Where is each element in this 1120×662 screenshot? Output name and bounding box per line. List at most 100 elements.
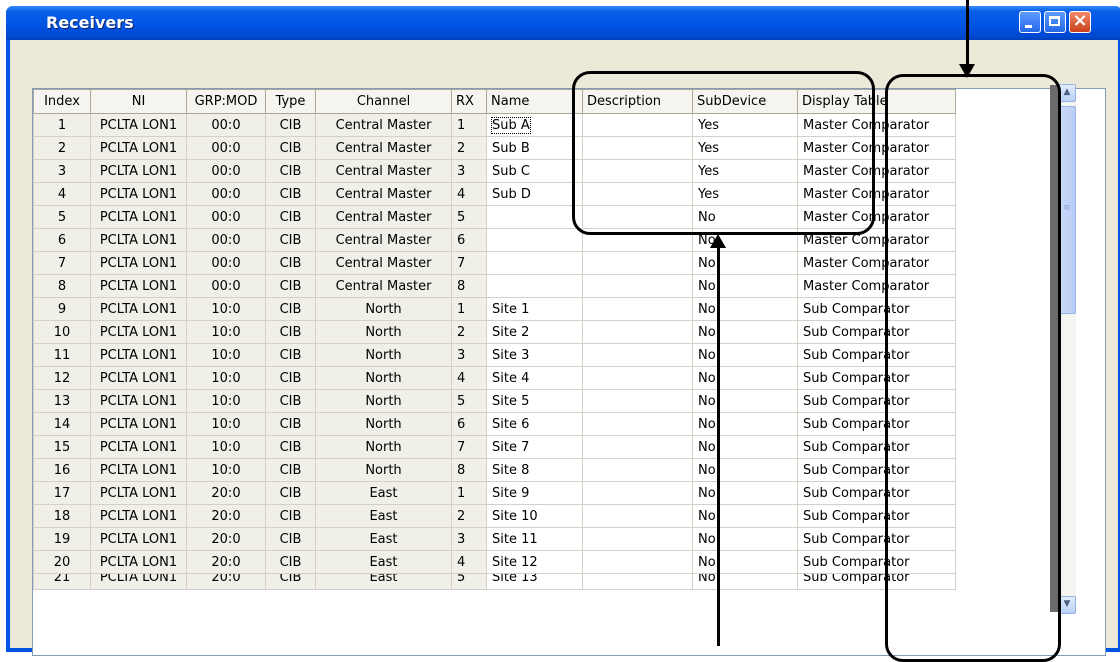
column-header-ni[interactable]: NI [90,89,187,114]
cell-rx[interactable]: 1 [451,481,487,505]
cell-rx[interactable]: 5 [451,573,487,590]
cell-index[interactable]: 2 [33,136,91,160]
cell-description[interactable] [582,550,693,574]
cell-channel[interactable]: East [315,504,452,528]
cell-description[interactable] [582,366,693,390]
cell-channel[interactable]: Central Master [315,136,452,160]
cell-channel[interactable]: Central Master [315,182,452,206]
cell-name[interactable]: Site 12 [486,550,583,574]
cell-name[interactable]: Site 3 [486,343,583,367]
cell-name[interactable]: Site 9 [486,481,583,505]
cell-grp-mod[interactable]: 10:0 [186,435,266,459]
cell-ni[interactable]: PCLTA LON1 [90,113,187,137]
cell-subdevice[interactable]: No [692,504,798,528]
cell-grp-mod[interactable]: 20:0 [186,504,266,528]
table-row[interactable]: 12 PCLTA LON1 10:0 CIB North 4 Site 4 No Sub Com… [33,366,956,390]
cell-type[interactable]: CIB [265,297,316,321]
cell-name[interactable]: Site 10 [486,504,583,528]
cell-index[interactable]: 21 [33,573,91,590]
column-header-grp-mod[interactable]: GRP:MOD [186,89,266,114]
cell-channel[interactable]: East [315,481,452,505]
cell-rx[interactable]: 3 [451,343,487,367]
cell-rx[interactable]: 4 [451,366,487,390]
cell-subdevice[interactable]: No [692,481,798,505]
cell-rx[interactable]: 6 [451,228,487,252]
cell-subdevice[interactable]: No [692,550,798,574]
cell-grp-mod[interactable]: 20:0 [186,573,266,590]
cell-index[interactable]: 9 [33,297,91,321]
cell-type[interactable]: CIB [265,205,316,229]
cell-index[interactable]: 15 [33,435,91,459]
cell-name[interactable]: Site 5 [486,389,583,413]
column-header-name[interactable]: Name [486,89,583,114]
cell-rx[interactable]: 3 [451,527,487,551]
cell-grp-mod[interactable]: 00:0 [186,182,266,206]
cell-ni[interactable]: PCLTA LON1 [90,412,187,436]
cell-type[interactable]: CIB [265,182,316,206]
cell-ni[interactable]: PCLTA LON1 [90,550,187,574]
cell-name[interactable]: Site 8 [486,458,583,482]
cell-type[interactable]: CIB [265,343,316,367]
cell-type[interactable]: CIB [265,366,316,390]
cell-ni[interactable]: PCLTA LON1 [90,573,187,590]
cell-rx[interactable]: 1 [451,297,487,321]
cell-grp-mod[interactable]: 20:0 [186,527,266,551]
cell-rx[interactable]: 2 [451,136,487,160]
cell-name[interactable]: Site 4 [486,366,583,390]
cell-index[interactable]: 20 [33,550,91,574]
cell-index[interactable]: 3 [33,159,91,183]
cell-channel[interactable]: North [315,366,452,390]
cell-ni[interactable]: PCLTA LON1 [90,297,187,321]
cell-description[interactable] [582,412,693,436]
cell-type[interactable]: CIB [265,573,316,590]
cell-index[interactable]: 13 [33,389,91,413]
cell-name[interactable] [486,228,583,252]
cell-channel[interactable]: North [315,458,452,482]
cell-name[interactable]: Sub A [486,113,583,137]
table-row[interactable]: 9 PCLTA LON1 10:0 CIB North 1 Site 1 No Sub Comp… [33,297,956,321]
cell-rx[interactable]: 8 [451,458,487,482]
cell-index[interactable]: 6 [33,228,91,252]
cell-rx[interactable]: 8 [451,274,487,298]
cell-ni[interactable]: PCLTA LON1 [90,228,187,252]
cell-channel[interactable]: North [315,435,452,459]
cell-channel[interactable]: Central Master [315,274,452,298]
cell-grp-mod[interactable]: 20:0 [186,550,266,574]
cell-ni[interactable]: PCLTA LON1 [90,251,187,275]
cell-subdevice[interactable]: No [692,274,798,298]
cell-grp-mod[interactable]: 10:0 [186,389,266,413]
cell-rx[interactable]: 5 [451,389,487,413]
cell-index[interactable]: 1 [33,113,91,137]
cell-type[interactable]: CIB [265,228,316,252]
table-row[interactable]: 20 PCLTA LON1 20:0 CIB East 4 Site 12 No Sub Com… [33,550,956,574]
cell-subdevice[interactable]: No [692,527,798,551]
cell-grp-mod[interactable]: 00:0 [186,228,266,252]
table-row[interactable]: 18 PCLTA LON1 20:0 CIB East 2 Site 10 No Sub Com… [33,504,956,528]
table-row[interactable]: 19 PCLTA LON1 20:0 CIB East 3 Site 11 No Sub Com… [33,527,956,551]
cell-channel[interactable]: Central Master [315,228,452,252]
cell-ni[interactable]: PCLTA LON1 [90,159,187,183]
close-button[interactable]: × [1069,10,1091,33]
cell-index[interactable]: 8 [33,274,91,298]
cell-type[interactable]: CIB [265,159,316,183]
cell-rx[interactable]: 4 [451,182,487,206]
cell-name[interactable]: Site 7 [486,435,583,459]
cell-type[interactable]: CIB [265,458,316,482]
cell-ni[interactable]: PCLTA LON1 [90,504,187,528]
cell-description[interactable] [582,481,693,505]
cell-name[interactable] [486,274,583,298]
cell-subdevice[interactable]: No [692,320,798,344]
cell-name[interactable]: Site 6 [486,412,583,436]
cell-subdevice[interactable]: No [692,297,798,321]
cell-type[interactable]: CIB [265,389,316,413]
cell-grp-mod[interactable]: 10:0 [186,412,266,436]
cell-ni[interactable]: PCLTA LON1 [90,182,187,206]
cell-description[interactable] [582,504,693,528]
cell-type[interactable]: CIB [265,136,316,160]
table-row[interactable]: 13 PCLTA LON1 10:0 CIB North 5 Site 5 No Sub Com… [33,389,956,413]
cell-channel[interactable]: North [315,320,452,344]
minimize-button[interactable] [1019,11,1041,33]
cell-channel[interactable]: North [315,412,452,436]
cell-grp-mod[interactable]: 00:0 [186,159,266,183]
cell-type[interactable]: CIB [265,113,316,137]
